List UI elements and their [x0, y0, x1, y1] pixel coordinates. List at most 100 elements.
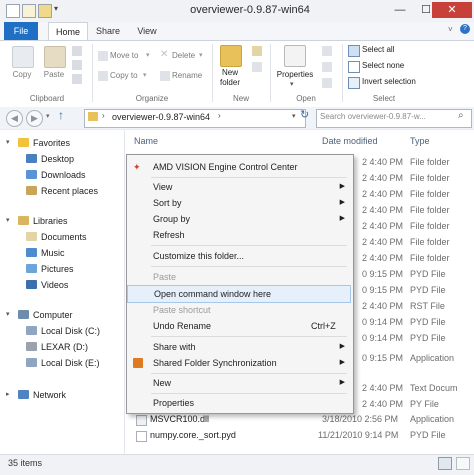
nav-network[interactable]: Network	[18, 388, 66, 402]
nav-computer[interactable]: Computer	[18, 308, 73, 322]
recent-places-icon	[26, 186, 37, 195]
new-item-icon[interactable]	[252, 46, 262, 56]
back-button[interactable]: ◀	[6, 110, 23, 127]
copy-button[interactable]: Copy	[4, 70, 40, 79]
close-button[interactable]: ✕	[432, 2, 472, 18]
new-folder-button-line1[interactable]: New	[212, 68, 248, 77]
copy-path-icon[interactable]	[72, 60, 82, 70]
tab-view[interactable]: View	[132, 22, 162, 40]
nav-local-disk-e[interactable]: Local Disk (E:)	[26, 356, 100, 370]
breadcrumb-chevron-icon[interactable]: ›	[218, 111, 221, 120]
table-row-date: 0 9:14 PM	[362, 333, 404, 343]
menu-separator	[151, 393, 347, 394]
menu-item-paste-shortcut[interactable]: Paste shortcut	[127, 302, 351, 318]
rename-button[interactable]: Rename	[172, 71, 202, 80]
menu-item-amd[interactable]: ✦ AMD VISION Engine Control Center	[127, 159, 351, 175]
edit-icon[interactable]	[322, 62, 332, 72]
menu-item-customize[interactable]: Customize this folder...	[127, 248, 351, 264]
address-dropdown-icon[interactable]: ▾	[292, 112, 296, 120]
column-header-date[interactable]: Date modified	[322, 136, 378, 146]
recent-locations-icon[interactable]: ▾	[46, 112, 50, 120]
ribbon-expand-icon[interactable]: ˅	[448, 25, 453, 34]
nav-local-disk-c[interactable]: Local Disk (C:)	[26, 324, 100, 338]
table-row-date: 2 4:40 PM	[362, 221, 404, 231]
paste-shortcut-icon[interactable]	[72, 74, 82, 84]
nav-libraries[interactable]: Libraries	[18, 214, 68, 228]
libraries-expand-icon[interactable]: ▾	[6, 216, 10, 224]
move-to-dropdown-icon[interactable]: ▾	[146, 51, 150, 59]
invert-selection-button[interactable]: Invert selection	[362, 77, 416, 86]
menu-item-new[interactable]: New ▶	[127, 375, 351, 391]
nav-pictures-label: Pictures	[41, 264, 74, 274]
properties-qat-icon[interactable]	[22, 4, 36, 18]
move-to-button[interactable]: Move to	[110, 51, 138, 60]
refresh-icon[interactable]: ↻	[300, 108, 309, 121]
nav-pictures[interactable]: Pictures	[26, 262, 74, 276]
minimize-button[interactable]: —	[386, 2, 414, 18]
cut-icon[interactable]	[72, 46, 82, 56]
menu-item-paste[interactable]: Paste	[127, 269, 351, 285]
select-all-button[interactable]: Select all	[362, 45, 394, 54]
nav-lexar-d-label: LEXAR (D:)	[41, 342, 89, 352]
select-none-button[interactable]: Select none	[362, 61, 404, 70]
history-icon[interactable]	[322, 78, 332, 88]
column-header-type[interactable]: Type	[410, 136, 430, 146]
nav-downloads[interactable]: Downloads	[26, 168, 86, 182]
menu-item-share-with[interactable]: Share with ▶	[127, 339, 351, 355]
copy-to-button[interactable]: Copy to	[110, 71, 138, 80]
menu-separator	[151, 245, 347, 246]
app-icon[interactable]	[6, 4, 20, 18]
file-name[interactable]: numpy.core._sort.pyd	[150, 427, 236, 443]
tab-home[interactable]: Home	[48, 22, 88, 41]
menu-item-shared-folder-sync[interactable]: Shared Folder Synchronization ▶	[127, 355, 351, 371]
computer-expand-icon[interactable]: ▾	[6, 310, 10, 318]
amd-icon: ✦	[133, 162, 141, 172]
nav-downloads-label: Downloads	[41, 170, 86, 180]
menu-item-new-label: New	[153, 378, 172, 388]
details-view-icon[interactable]	[438, 457, 452, 470]
menu-item-paste-shortcut-label: Paste shortcut	[153, 305, 211, 315]
breadcrumb-path[interactable]: overviewer-0.9.87-win64	[112, 112, 210, 122]
properties-dropdown-icon[interactable]: ▾	[290, 80, 294, 88]
forward-button[interactable]: ▶	[26, 110, 43, 127]
move-to-icon	[98, 51, 108, 61]
nav-music[interactable]: Music	[26, 246, 65, 260]
open-icon[interactable]	[322, 46, 332, 56]
up-button[interactable]: ↑	[58, 108, 64, 122]
menu-item-undo-rename[interactable]: Undo Rename Ctrl+Z	[127, 318, 351, 334]
copy-to-dropdown-icon[interactable]: ▾	[143, 71, 147, 79]
menu-item-properties[interactable]: Properties	[127, 395, 351, 411]
menu-item-view[interactable]: View ▶	[127, 179, 351, 195]
properties-button[interactable]: Properties	[272, 70, 318, 79]
qat-dropdown-icon[interactable]: ▾	[54, 4, 58, 13]
search-icon[interactable]: ⌕	[458, 110, 464, 121]
nav-videos[interactable]: Videos	[26, 278, 68, 292]
new-folder-qat-icon[interactable]	[38, 4, 52, 18]
menu-item-open-command-window[interactable]: Open command window here	[127, 285, 351, 303]
delete-dropdown-icon[interactable]: ▾	[199, 51, 203, 59]
network-expand-icon[interactable]: ▸	[6, 390, 10, 398]
menu-item-refresh[interactable]: Refresh	[127, 227, 351, 243]
column-header-name[interactable]: Name	[134, 136, 158, 146]
nav-lexar-d[interactable]: LEXAR (D:)	[26, 340, 88, 354]
menu-separator	[151, 177, 347, 178]
tab-share[interactable]: Share	[92, 22, 124, 40]
large-icons-view-icon[interactable]	[456, 457, 470, 470]
paste-button[interactable]: Paste	[38, 70, 70, 79]
menu-item-sort-by-label: Sort by	[153, 198, 182, 208]
tab-file[interactable]: File	[4, 22, 38, 40]
help-icon[interactable]: ?	[460, 24, 470, 34]
submenu-arrow-icon: ▶	[339, 359, 345, 366]
delete-button[interactable]: Delete	[172, 51, 195, 60]
paste-icon	[44, 46, 66, 68]
breadcrumb-chevron-icon[interactable]: ›	[102, 111, 105, 120]
menu-item-group-by[interactable]: Group by ▶	[127, 211, 351, 227]
easy-access-icon[interactable]	[252, 62, 262, 72]
new-folder-button-line2[interactable]: folder	[212, 78, 248, 87]
nav-desktop[interactable]: Desktop	[26, 152, 74, 166]
nav-favorites[interactable]: Favorites	[18, 136, 70, 150]
menu-item-sort-by[interactable]: Sort by ▶	[127, 195, 351, 211]
nav-recent-places[interactable]: Recent places	[26, 184, 98, 198]
nav-documents[interactable]: Documents	[26, 230, 87, 244]
favorites-expand-icon[interactable]: ▾	[6, 138, 10, 146]
